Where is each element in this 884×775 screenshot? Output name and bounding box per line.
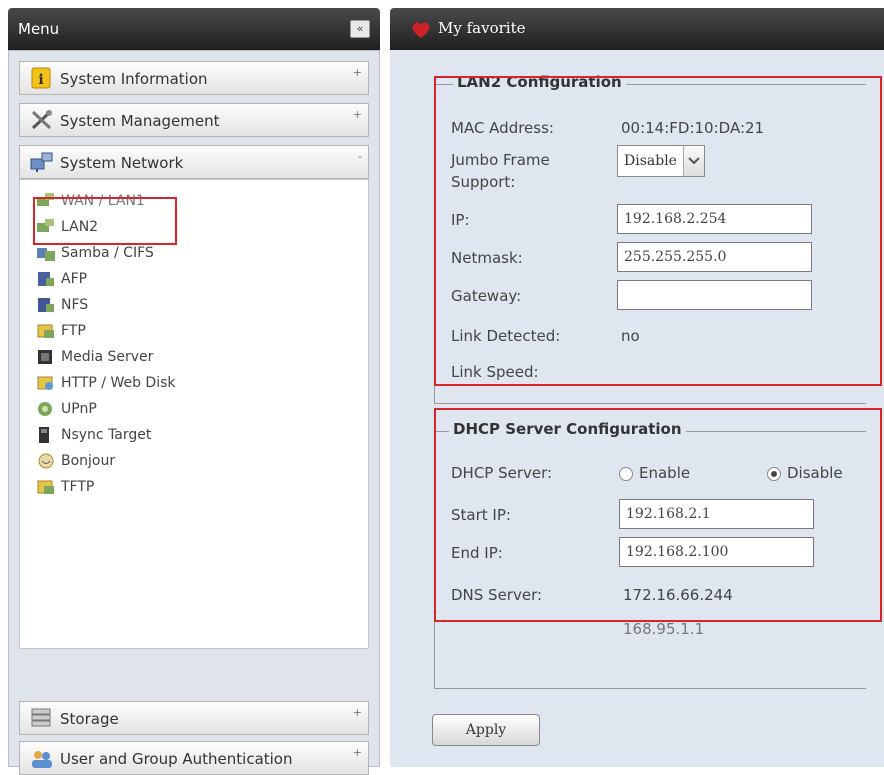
expand-icon: + [352, 746, 362, 759]
collapse-menu-button[interactable]: « [350, 20, 370, 38]
content-panel: LAN2 Configuration MAC Address: 00:14:FD… [390, 50, 884, 767]
jumbo-frame-select[interactable]: Disable [617, 145, 705, 177]
category-user-group-authentication[interactable]: User and Group Authentication + [19, 741, 369, 775]
dhcp-disable-radio[interactable] [767, 467, 781, 481]
jumbo-frame-value: Disable [624, 153, 677, 169]
dhcp-config-section: DHCP Server Configuration DHCP Server: E… [434, 420, 866, 689]
nav-label: Nsync Target [61, 427, 152, 443]
ip-input[interactable]: 192.168.2.254 [617, 204, 812, 234]
category-label: System Management [60, 112, 220, 130]
samba-icon [37, 248, 55, 261]
nav-label: Bonjour [61, 453, 116, 469]
afp-icon [38, 272, 54, 286]
ftp-icon [37, 324, 54, 338]
svg-text:i: i [38, 72, 43, 88]
network-icon [37, 193, 54, 206]
tools-icon [31, 110, 52, 130]
category-label: System Information [60, 70, 208, 88]
nav-label: LAN2 [61, 219, 99, 235]
nav-label: HTTP / Web Disk [61, 375, 176, 391]
section-legend: DHCP Server Configuration [449, 420, 686, 438]
mac-address-label: MAC Address: [451, 119, 554, 137]
dhcp-disable-label[interactable]: Disable [787, 464, 843, 482]
start-ip-input[interactable]: 192.168.2.1 [619, 499, 814, 529]
upnp-icon [38, 402, 52, 416]
tftp-icon [37, 480, 54, 494]
expand-icon: + [352, 706, 362, 719]
favorite-title: My favorite [438, 19, 526, 37]
apply-button[interactable]: Apply [432, 714, 540, 746]
gateway-label: Gateway: [451, 287, 522, 305]
category-label: Storage [60, 710, 119, 728]
expand-icon: + [352, 66, 362, 79]
dhcp-enable-radio[interactable] [619, 467, 633, 481]
storage-icon [31, 708, 51, 727]
media-server-icon [38, 350, 52, 364]
nav-label: UPnP [61, 401, 97, 417]
netmask-input[interactable]: 255.255.255.0 [617, 242, 812, 272]
network-icon [30, 152, 53, 172]
section-legend: LAN2 Configuration [453, 73, 626, 91]
lan2-config-section: LAN2 Configuration MAC Address: 00:14:FD… [434, 73, 866, 404]
nav-label: FTP [61, 323, 86, 339]
favorite-header: My favorite [390, 8, 884, 50]
dhcp-server-label: DHCP Server: [451, 464, 553, 482]
network-subitems: WAN / LAN1 LAN2 Samba / CIFS AFP NFS FTP… [19, 179, 369, 649]
category-system-management[interactable]: System Management + [19, 103, 369, 137]
start-ip-label: Start IP: [451, 506, 511, 524]
link-detected-value: no [621, 327, 640, 345]
nfs-icon [38, 298, 54, 312]
link-speed-label: Link Speed: [451, 363, 539, 381]
users-icon [32, 751, 52, 768]
network-icon [37, 219, 54, 232]
jumbo-frame-label-2: Support: [451, 173, 516, 191]
bonjour-icon [38, 453, 54, 469]
netmask-label: Netmask: [451, 249, 523, 267]
gateway-input[interactable] [617, 280, 812, 310]
category-label: User and Group Authentication [60, 750, 293, 768]
nav-label: Samba / CIFS [61, 245, 154, 261]
collapse-icon: - [358, 150, 362, 163]
menu-panel: i System Information + System Management… [8, 50, 380, 775]
nav-label: AFP [61, 271, 88, 287]
category-system-information[interactable]: i System Information + [19, 61, 369, 95]
nav-label: TFTP [61, 479, 95, 495]
dhcp-enable-label[interactable]: Enable [639, 464, 690, 482]
nav-label: NFS [61, 297, 89, 313]
chevron-down-icon[interactable] [683, 146, 704, 176]
expand-icon: + [352, 108, 362, 121]
info-icon: i [31, 67, 51, 89]
nsync-icon [39, 427, 49, 443]
nav-label: Media Server [61, 349, 154, 365]
end-ip-input[interactable]: 192.168.2.100 [619, 537, 814, 567]
category-storage[interactable]: Storage + [19, 701, 369, 735]
category-system-network[interactable]: System Network - [19, 145, 369, 179]
link-detected-label: Link Detected: [451, 327, 561, 345]
web-disk-icon [37, 376, 53, 390]
mac-address-value: 00:14:FD:10:DA:21 [621, 119, 765, 137]
category-label: System Network [60, 154, 184, 172]
dns-server-value-2: 168.95.1.1 [623, 620, 705, 638]
dns-server-value-1: 172.16.66.244 [623, 586, 733, 604]
jumbo-frame-label: Jumbo Frame [451, 151, 550, 169]
menu-title: Menu [18, 20, 60, 38]
nav-label: WAN / LAN1 [61, 193, 145, 209]
dns-server-label: DNS Server: [451, 586, 543, 604]
heart-icon [412, 22, 430, 38]
end-ip-label: End IP: [451, 544, 503, 562]
ip-label: IP: [451, 211, 470, 229]
menu-header: Menu « [8, 8, 380, 50]
